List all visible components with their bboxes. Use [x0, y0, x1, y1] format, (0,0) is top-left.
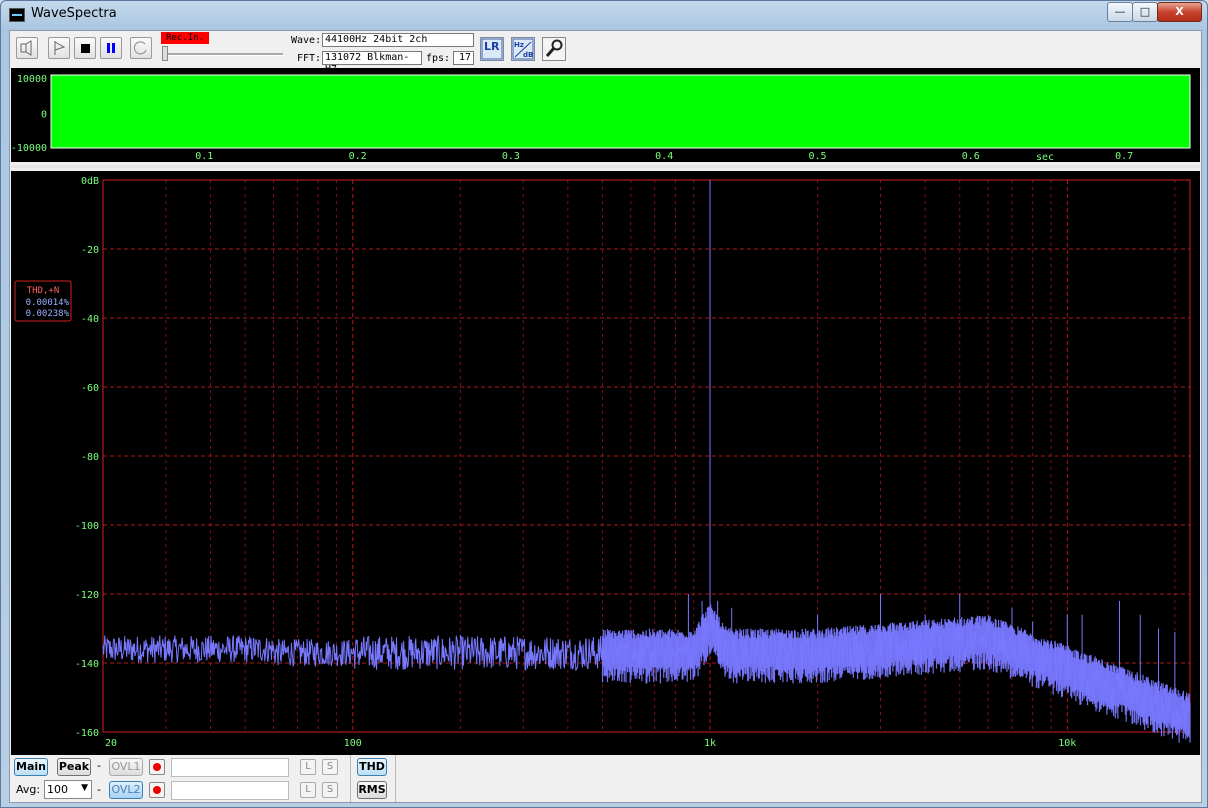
- wrench-icon: [545, 39, 563, 57]
- x-tick-label: 100: [344, 738, 362, 749]
- flag-button[interactable]: [48, 37, 70, 59]
- y-tick-label: -140: [75, 659, 99, 670]
- wave-x-tick: 0.4: [655, 151, 673, 162]
- fps-label: fps:: [426, 53, 451, 64]
- wave-format-field: 44100Hz 24bit 2ch: [322, 33, 474, 47]
- lr-channel-button[interactable]: LR: [480, 37, 504, 61]
- stop-icon: [81, 44, 90, 53]
- main-window: WaveSpectra — □ X Rec.In. Wave: 44100Hz …: [0, 0, 1208, 808]
- y-tick-label: 0dB: [81, 176, 99, 187]
- hz-db-icon: Hz dB: [512, 38, 534, 60]
- wave-x-tick: 0.1: [195, 151, 213, 162]
- repeat-icon: [133, 41, 147, 55]
- wave-x-tick: 0.7: [1115, 151, 1133, 162]
- window-title: WaveSpectra: [31, 6, 117, 21]
- wave-x-unit: sec: [1036, 152, 1054, 162]
- y-tick-label: -60: [81, 383, 99, 394]
- ovl1-name-field[interactable]: [171, 758, 289, 777]
- bottom-controls: Main Peak - OVL1 L S Avg: 100 ▼ - OVL2 L…: [10, 755, 1201, 802]
- slider-thumb[interactable]: [162, 46, 168, 61]
- ovl2-name-field[interactable]: [171, 781, 289, 800]
- waveform-panel[interactable]: 10000 0 -10000 0.1 0.2 0.3 0.4 0.5 0.6 0.7 sec: [11, 68, 1200, 162]
- rms-button[interactable]: RMS: [357, 781, 387, 799]
- ovl2-save-button[interactable]: S: [322, 782, 338, 798]
- ovl1-button[interactable]: OVL1: [109, 758, 143, 776]
- spectrum-noise-band: [601, 604, 1191, 743]
- x-tick-label: 20: [105, 738, 117, 749]
- hz-db-scale-button[interactable]: Hz dB: [511, 37, 535, 61]
- x-tick-label: 10k: [1058, 738, 1076, 749]
- chevron-down-icon: ▼: [81, 783, 88, 793]
- app-icon: [9, 8, 25, 22]
- spectrum-panel[interactable]: 0dB -20 -40 -60 -80 -100 -120 -140 -160 20 100 1k 10…: [11, 171, 1200, 755]
- client-area: Rec.In. Wave: 44100Hz 24bit 2ch FFT: 131…: [9, 30, 1202, 803]
- minimize-button[interactable]: —: [1107, 2, 1133, 22]
- wave-y-tick: 10000: [17, 74, 47, 85]
- thd-value: 0.00014%: [26, 298, 70, 308]
- thd-label: THD,+N: [27, 286, 60, 296]
- avg-select[interactable]: 100 ▼: [44, 780, 92, 799]
- fft-size-field[interactable]: 131072 Blkman-H7: [322, 51, 422, 75]
- waveform-fill: [51, 75, 1190, 148]
- title-bar[interactable]: WaveSpectra — □ X: [1, 1, 1207, 28]
- wave-label: Wave:: [291, 35, 322, 46]
- ovl2-record-icon[interactable]: [149, 782, 165, 798]
- maximize-button[interactable]: □: [1132, 2, 1158, 22]
- peak-button[interactable]: Peak: [57, 758, 91, 776]
- wave-x-tick: 0.6: [962, 151, 980, 162]
- y-tick-label: -120: [75, 590, 99, 601]
- y-tick-label: -160: [75, 728, 99, 739]
- wave-y-tick: -10000: [11, 143, 47, 154]
- fft-label: FFT:: [297, 53, 322, 64]
- fps-field[interactable]: 17: [453, 51, 474, 65]
- y-tick-label: -100: [75, 521, 99, 532]
- lr-icon: LR: [481, 38, 503, 60]
- input-device-button[interactable]: [16, 37, 38, 59]
- y-tick-label: -40: [81, 314, 99, 325]
- ovl1-load-button[interactable]: L: [300, 759, 316, 775]
- thd-button[interactable]: THD: [357, 758, 387, 776]
- ovl1-record-icon[interactable]: [149, 759, 165, 775]
- close-button[interactable]: X: [1157, 2, 1202, 22]
- thdn-value: 0.00238%: [26, 309, 70, 319]
- y-tick-label: -80: [81, 452, 99, 463]
- svg-text:LR: LR: [484, 40, 500, 53]
- svg-text:dB: dB: [523, 51, 533, 59]
- wave-y-tick: 0: [41, 110, 47, 121]
- ovl1-save-button[interactable]: S: [322, 759, 338, 775]
- svg-text:Hz: Hz: [514, 41, 524, 49]
- y-tick-label: -20: [81, 245, 99, 256]
- ovl2-load-button[interactable]: L: [300, 782, 316, 798]
- input-level-slider[interactable]: [162, 53, 283, 56]
- wave-x-tick: 0.2: [349, 151, 367, 162]
- repeat-button[interactable]: [130, 37, 152, 59]
- ovl2-button[interactable]: OVL2: [109, 781, 143, 799]
- wave-x-tick: 0.3: [502, 151, 520, 162]
- x-tick-label: 1k: [704, 738, 716, 749]
- pause-button[interactable]: [100, 37, 122, 59]
- stop-button[interactable]: [74, 37, 96, 59]
- speaker-icon: [20, 40, 32, 56]
- rec-input-label: Rec.In.: [161, 32, 209, 44]
- pause-icon: [107, 43, 110, 53]
- flag-icon: [54, 41, 66, 55]
- avg-label: Avg:: [16, 783, 41, 796]
- wave-x-tick: 0.5: [808, 151, 826, 162]
- toolbar: Rec.In. Wave: 44100Hz 24bit 2ch FFT: 131…: [10, 31, 1201, 75]
- main-button[interactable]: Main: [14, 758, 48, 776]
- settings-button[interactable]: [542, 37, 566, 61]
